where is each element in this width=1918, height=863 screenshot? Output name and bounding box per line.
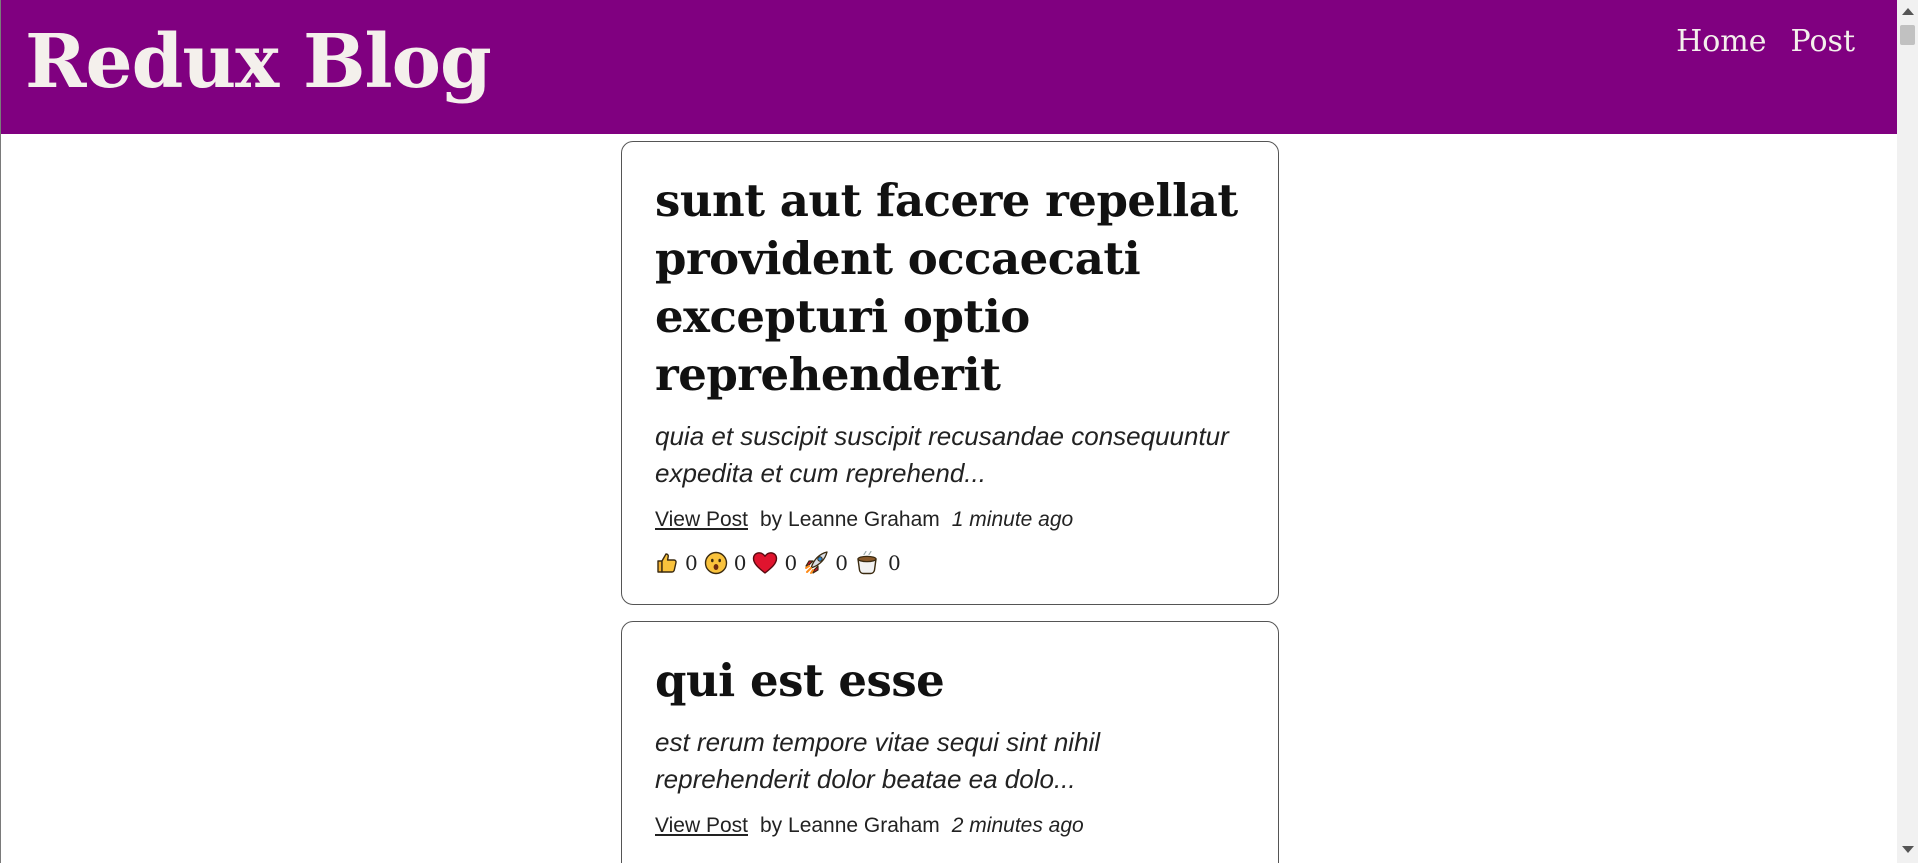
- view-post-link[interactable]: View Post: [655, 508, 748, 532]
- wow-count: 0: [733, 551, 747, 575]
- wow-icon: [704, 551, 728, 575]
- post-excerpt: quia et suscipit suscipit recusandae con…: [655, 421, 1229, 488]
- post-time-ago: 2 minutes ago: [951, 814, 1084, 837]
- post-list: sunt aut facere repellat provident occae…: [621, 141, 1279, 863]
- post-meta: View Post by Leanne Graham 2 minutes ago: [655, 814, 1246, 838]
- scroll-up-arrow-icon[interactable]: [1902, 8, 1914, 15]
- coffee-count: 0: [887, 551, 901, 575]
- post-author: by Leanne Graham: [760, 814, 940, 837]
- post-card: sunt aut facere repellat provident occae…: [621, 141, 1279, 605]
- rocket-reaction-button[interactable]: 0: [803, 550, 848, 576]
- post-author: by Leanne Graham: [760, 508, 940, 531]
- page: Redux Blog Home Post sunt aut facere rep…: [0, 0, 1918, 863]
- post-meta: View Post by Leanne Graham 1 minute ago: [655, 508, 1246, 532]
- view-post-link[interactable]: View Post: [655, 814, 748, 838]
- rocket-icon: [803, 550, 829, 576]
- nav-post-link[interactable]: Post: [1791, 24, 1855, 59]
- thumbs-up-reaction-button[interactable]: 0: [655, 551, 698, 575]
- thumbs-up-count: 0: [685, 551, 698, 575]
- wow-reaction-button[interactable]: 0: [704, 551, 747, 575]
- scrollbar-thumb[interactable]: [1900, 25, 1915, 45]
- post-time-ago: 1 minute ago: [951, 508, 1074, 531]
- site-header: Redux Blog Home Post: [1, 0, 1897, 134]
- coffee-icon: [854, 550, 882, 576]
- post-card: qui est esse est rerum tempore vitae seq…: [621, 621, 1279, 863]
- site-title: Redux Blog: [25, 19, 492, 105]
- vertical-scrollbar[interactable]: [1897, 0, 1918, 863]
- post-title: qui est esse: [655, 654, 945, 707]
- heart-icon: [752, 551, 778, 575]
- post-title: sunt aut facere repellat provident occae…: [655, 174, 1238, 401]
- heart-reaction-button[interactable]: 0: [752, 551, 797, 575]
- scroll-down-arrow-icon[interactable]: [1902, 846, 1914, 853]
- main-nav: Home Post: [1676, 24, 1855, 59]
- nav-home-link[interactable]: Home: [1676, 24, 1766, 59]
- rocket-count: 0: [835, 551, 848, 575]
- post-excerpt: est rerum tempore vitae sequi sint nihil…: [655, 727, 1101, 794]
- coffee-reaction-button[interactable]: 0: [854, 550, 901, 576]
- thumbs-up-icon: [655, 551, 679, 575]
- heart-count: 0: [784, 551, 798, 575]
- reaction-buttons: 0 0 0 0 0: [655, 550, 1246, 576]
